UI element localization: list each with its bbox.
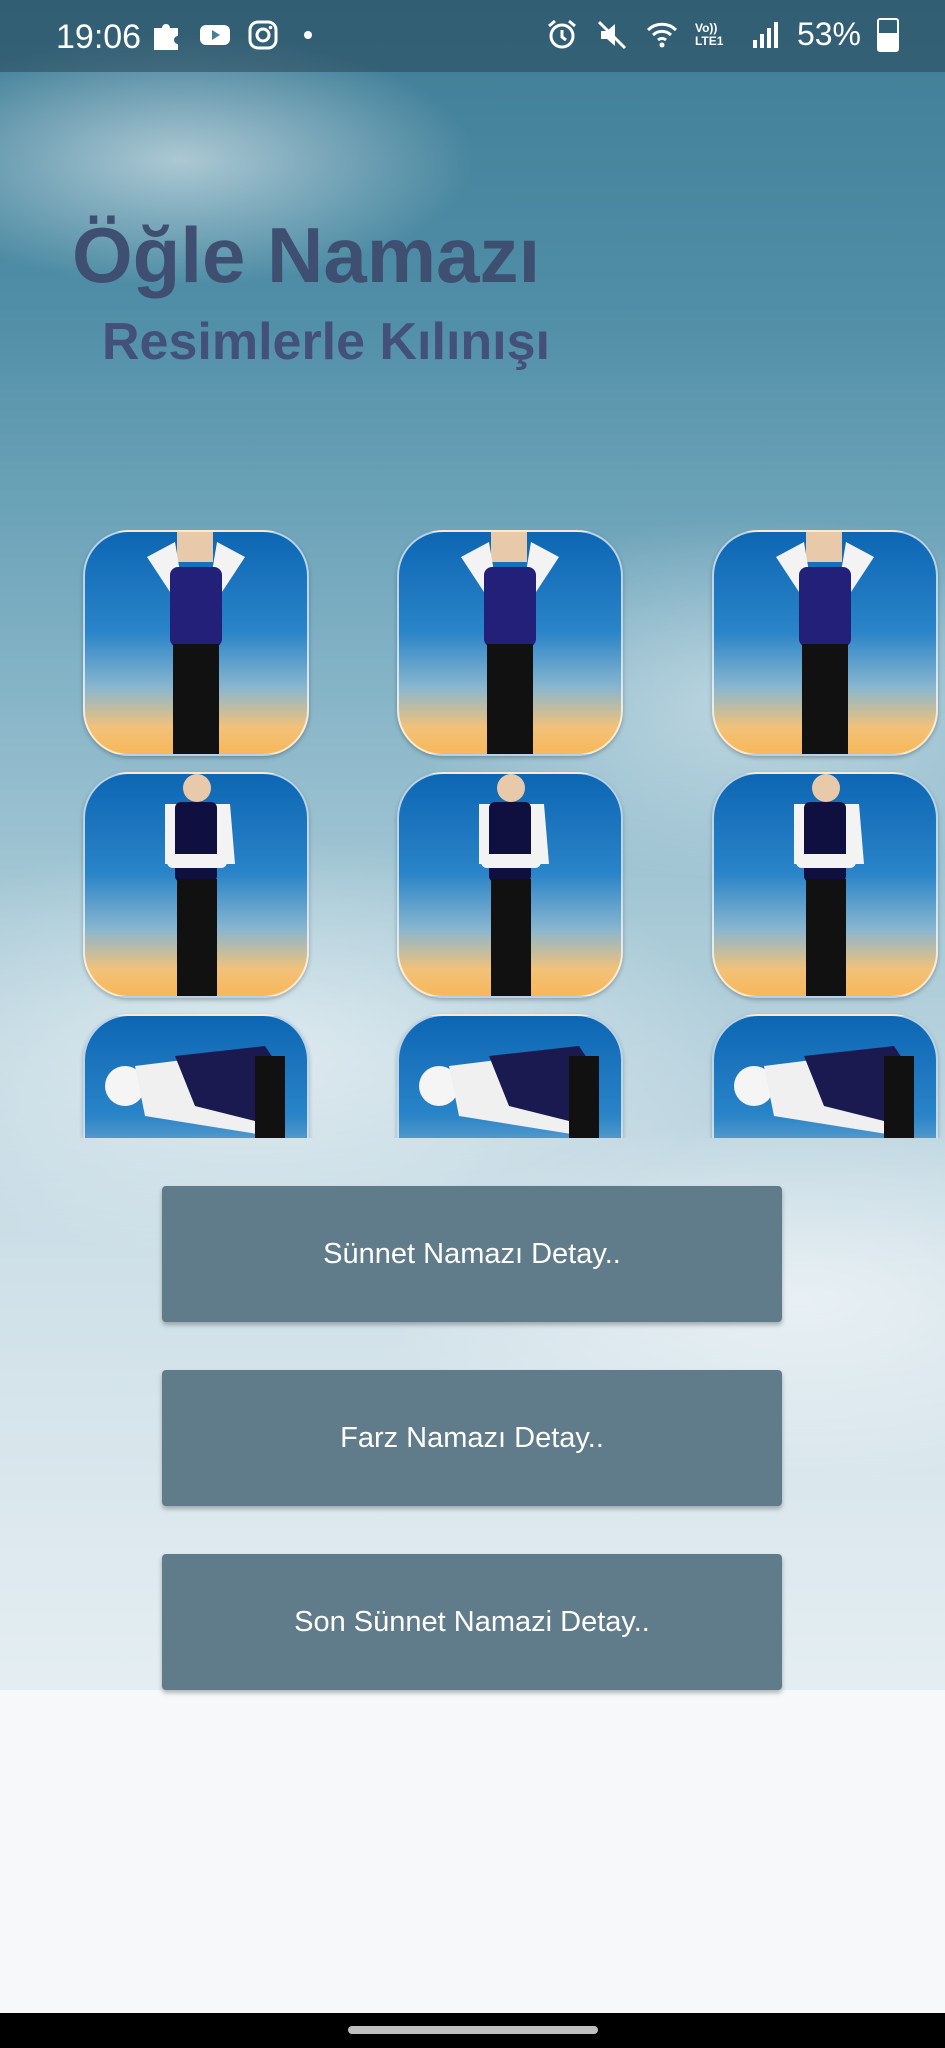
sunnet-namazi-detay-button[interactable]: Sünnet Namazı Detay.. xyxy=(162,1186,782,1322)
farz-button-label: Farz Namazı Detay.. xyxy=(340,1421,604,1454)
youtube-icon xyxy=(200,25,230,45)
page-title: Öğle Namazı xyxy=(72,211,541,299)
wifi-icon xyxy=(646,22,678,47)
kiyam-figure xyxy=(479,774,549,996)
takbir-figure xyxy=(776,532,874,754)
pose-image-takbir[interactable] xyxy=(397,530,623,756)
kiyam-figure xyxy=(794,774,864,996)
volte-icon: Vo)) LTE1 xyxy=(694,20,724,48)
ruku-figure xyxy=(419,1046,599,1138)
navigation-bar xyxy=(0,2013,945,2048)
battery-icon xyxy=(877,17,899,52)
puzzle-icon xyxy=(154,24,178,50)
pose-image-ruku[interactable] xyxy=(397,1014,623,1138)
pose-image-ruku[interactable] xyxy=(712,1014,938,1138)
signal-icon xyxy=(752,21,778,48)
takbir-figure xyxy=(461,532,559,754)
pose-image-takbir[interactable] xyxy=(83,530,309,756)
dot-icon xyxy=(304,31,312,39)
sunnet-button-label: Sünnet Namazı Detay.. xyxy=(323,1237,621,1270)
kiyam-figure xyxy=(165,774,235,996)
pose-image-kiyam[interactable] xyxy=(712,772,938,998)
status-bar: 19:06 Vo)) LTE1 53% xyxy=(0,0,945,72)
pose-image-kiyam[interactable] xyxy=(83,772,309,998)
instagram-icon xyxy=(248,20,278,50)
system-icons: Vo)) LTE1 53% xyxy=(545,16,899,53)
mute-icon xyxy=(597,20,627,49)
takbir-figure xyxy=(147,532,245,754)
home-gesture-handle[interactable] xyxy=(348,2026,598,2034)
page-subtitle: Resimlerle Kılınışı xyxy=(102,313,550,371)
ruku-figure xyxy=(105,1046,285,1138)
farz-namazi-detay-button[interactable]: Farz Namazı Detay.. xyxy=(162,1370,782,1506)
pose-image-ruku[interactable] xyxy=(83,1014,309,1138)
battery-percent: 53% xyxy=(796,16,861,52)
pose-image-kiyam[interactable] xyxy=(397,772,623,998)
pose-image-takbir[interactable] xyxy=(712,530,938,756)
alarm-icon xyxy=(547,19,576,48)
son-sunnet-namazi-detay-button[interactable]: Son Sünnet Namazi Detay.. xyxy=(162,1554,782,1690)
status-time: 19:06 xyxy=(56,18,142,56)
notification-icons xyxy=(150,18,312,52)
son-sunnet-button-label: Son Sünnet Namazi Detay.. xyxy=(294,1605,650,1638)
ruku-figure xyxy=(734,1046,914,1138)
pose-grid xyxy=(0,530,945,1138)
